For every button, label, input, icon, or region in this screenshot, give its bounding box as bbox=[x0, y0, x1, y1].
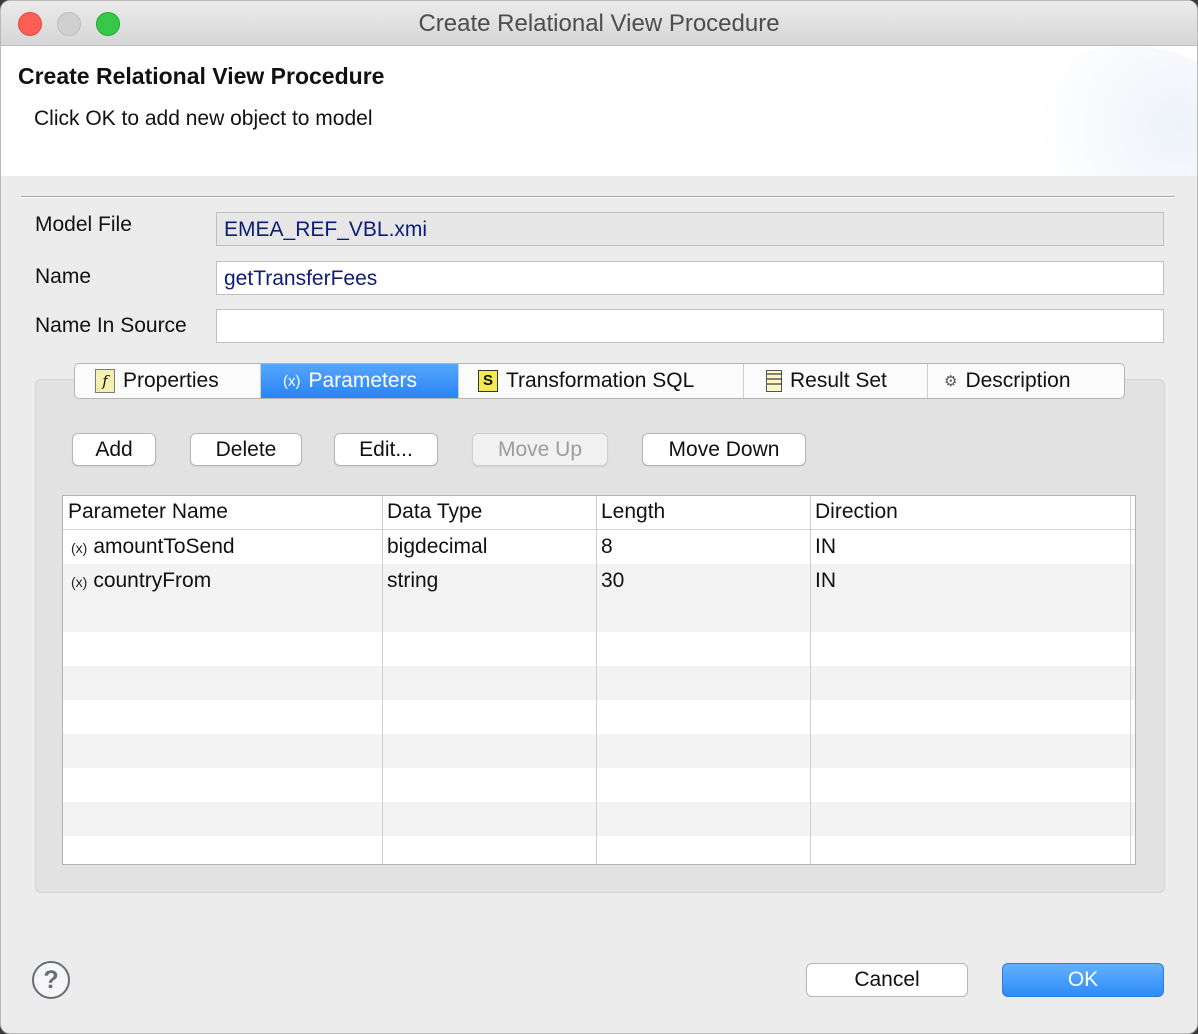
cancel-button[interactable]: Cancel bbox=[806, 963, 968, 997]
properties-icon: f bbox=[95, 369, 115, 393]
parameter-icon: (x) bbox=[283, 372, 301, 390]
table-row-empty bbox=[63, 768, 1135, 802]
parameter-icon: (x) bbox=[71, 574, 88, 590]
column-header-direction[interactable]: Direction bbox=[810, 496, 1130, 529]
table-row-empty bbox=[63, 836, 1135, 864]
model-file-label: Model File bbox=[35, 213, 132, 236]
length-cell: 8 bbox=[601, 535, 613, 558]
move-down-button[interactable]: Move Down bbox=[642, 433, 806, 466]
parameter-icon: (x) bbox=[71, 540, 88, 556]
tab-label: Properties bbox=[123, 369, 219, 392]
tab-properties[interactable]: f Properties bbox=[75, 364, 261, 398]
wizard-banner: Create Relational View Procedure Click O… bbox=[1, 46, 1197, 176]
length-cell: 30 bbox=[601, 569, 625, 592]
table-row-empty bbox=[63, 700, 1135, 734]
column-divider bbox=[382, 496, 383, 864]
parameters-table: Parameter Name Data Type Length Directio… bbox=[62, 495, 1136, 865]
banner-message: Click OK to add new object to model bbox=[34, 107, 373, 130]
parameter-name: amountToSend bbox=[93, 535, 235, 558]
tab-transformation-sql[interactable]: S Transformation SQL bbox=[459, 364, 744, 398]
separator bbox=[21, 196, 1175, 198]
table-row[interactable]: (x) amountToSend bigdecimal 8 IN bbox=[63, 530, 1135, 564]
column-header-parameter-name[interactable]: Parameter Name bbox=[63, 496, 382, 529]
tab-parameters[interactable]: (x) Parameters bbox=[261, 364, 459, 398]
direction-cell: IN bbox=[815, 535, 836, 558]
tab-label: Result Set bbox=[790, 369, 887, 392]
title-bar[interactable]: Create Relational View Procedure bbox=[1, 1, 1197, 46]
banner-heading: Create Relational View Procedure bbox=[18, 63, 385, 89]
delete-button[interactable]: Delete bbox=[190, 433, 302, 466]
name-in-source-label: Name In Source bbox=[35, 314, 187, 337]
table-row[interactable]: (x) countryFrom string 30 IN bbox=[63, 564, 1135, 598]
ok-button[interactable]: OK bbox=[1002, 963, 1164, 997]
name-label: Name bbox=[35, 265, 92, 288]
direction-cell: IN bbox=[815, 569, 836, 592]
description-icon: ⚙ bbox=[944, 373, 958, 390]
model-file-field: EMEA_REF_VBL.xmi bbox=[216, 212, 1164, 246]
parameter-name-cell: (x) countryFrom bbox=[63, 564, 382, 598]
parameter-name-cell: (x) amountToSend bbox=[63, 530, 382, 564]
window-title: Create Relational View Procedure bbox=[418, 10, 780, 37]
parameter-name: countryFrom bbox=[93, 569, 212, 592]
add-button[interactable]: Add bbox=[72, 433, 156, 466]
tab-description[interactable]: ⚙ Description bbox=[928, 364, 1124, 398]
column-header-length[interactable]: Length bbox=[596, 496, 810, 529]
move-up-button[interactable]: Move Up bbox=[472, 433, 608, 466]
tab-result-set[interactable]: — — — Result Set bbox=[744, 364, 928, 398]
column-divider bbox=[810, 496, 811, 864]
column-header-data-type[interactable]: Data Type bbox=[382, 496, 596, 529]
table-header: Parameter Name Data Type Length Directio… bbox=[63, 496, 1135, 530]
column-divider bbox=[596, 496, 597, 864]
table-row-empty bbox=[63, 734, 1135, 768]
data-type-cell: bigdecimal bbox=[387, 535, 488, 558]
dialog-window: Create Relational View Procedure Create … bbox=[0, 0, 1198, 1034]
name-in-source-field[interactable] bbox=[216, 309, 1164, 343]
table-row-empty bbox=[63, 666, 1135, 700]
table-row-empty bbox=[63, 632, 1135, 666]
tab-label: Parameters bbox=[308, 369, 418, 392]
help-icon[interactable]: ? bbox=[32, 961, 70, 999]
tab-label: Transformation SQL bbox=[506, 369, 695, 392]
edit-button[interactable]: Edit... bbox=[334, 433, 438, 466]
table-row-empty bbox=[63, 802, 1135, 836]
name-field[interactable]: getTransferFees bbox=[216, 261, 1164, 295]
banner-decoration bbox=[997, 46, 1197, 176]
sql-icon: S bbox=[478, 370, 498, 392]
tab-label: Description bbox=[965, 369, 1071, 392]
table-row-empty bbox=[63, 598, 1135, 632]
column-divider bbox=[1130, 496, 1131, 864]
result-set-icon: — — — bbox=[766, 365, 782, 392]
tab-bar: f Properties (x) Parameters S Transforma… bbox=[74, 363, 1125, 399]
data-type-cell: string bbox=[387, 569, 439, 592]
